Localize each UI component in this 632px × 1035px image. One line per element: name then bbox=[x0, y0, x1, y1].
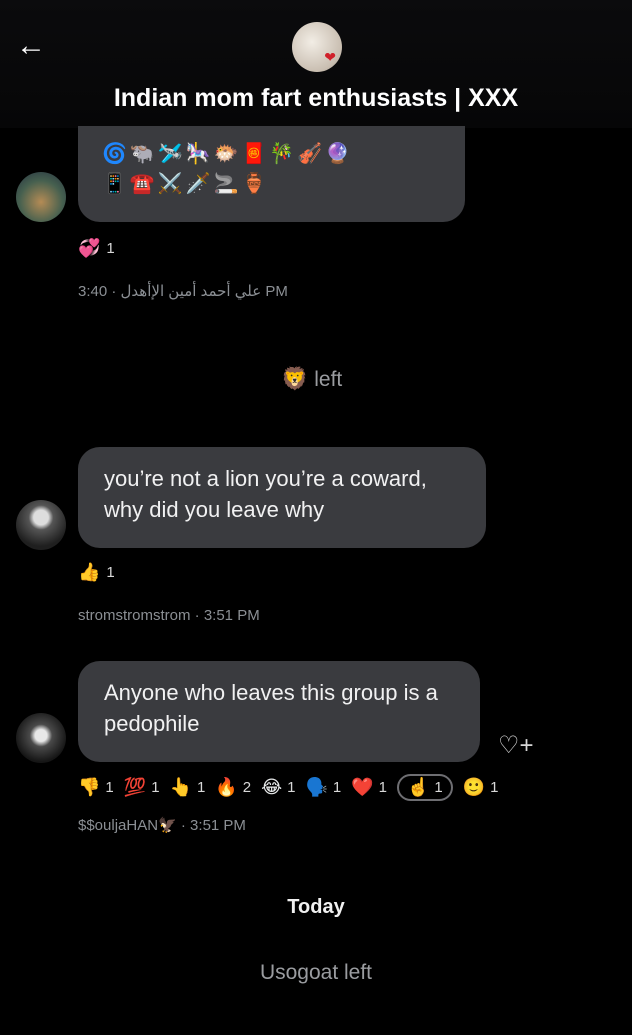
message-meta: علي أحمد أمين الإأهدل · 3:40 PM bbox=[78, 283, 288, 300]
reaction-count: 1 bbox=[196, 779, 206, 796]
reaction-chip[interactable]: 😂 1 bbox=[261, 777, 295, 798]
reaction-chip[interactable]: 🗣️ 1 bbox=[305, 777, 341, 798]
message-bubble[interactable]: you’re not a lion you’re a coward, why d… bbox=[78, 447, 486, 548]
emoji-line: 🌀🐃🛩️🎠🐡🧧🎋🎻🔮 bbox=[102, 141, 354, 165]
reaction-count: 1 bbox=[106, 564, 115, 581]
add-reaction-icon[interactable]: ♡+ bbox=[498, 731, 534, 760]
reaction-emoji: ❤️ bbox=[351, 777, 374, 798]
avatar[interactable] bbox=[16, 713, 66, 763]
system-message: 🦁 left bbox=[281, 366, 342, 392]
reaction-emoji: 💯 bbox=[123, 777, 147, 798]
avatar[interactable] bbox=[16, 500, 66, 550]
back-arrow-icon[interactable]: ← bbox=[16, 30, 52, 62]
reaction-count: 1 bbox=[490, 779, 499, 796]
reaction-emoji: 👆 bbox=[169, 777, 192, 798]
heart-icon: ❤ bbox=[324, 49, 336, 65]
message-meta: stromstromstrom · 3:51 PM bbox=[78, 607, 260, 624]
reaction-chip[interactable]: 🔥 2 bbox=[215, 777, 251, 798]
message-bubble-emoji[interactable]: 🌀🐃🛩️🎠🐡🧧🎋🎻🔮 📱☎️⚔️🗡️🚬🏺 bbox=[78, 126, 465, 222]
reaction-count: 1 bbox=[151, 779, 160, 796]
group-title[interactable]: Indian mom fart enthusiasts | XXX bbox=[0, 84, 632, 113]
reaction-chip[interactable]: ❤️ 1 bbox=[351, 777, 387, 798]
reactions-row: 👎 1 💯 1 👆 1 🔥 2 😂 1 🗣️ 1 ❤️ 1 ☝️ 1 🙂 1 bbox=[78, 774, 499, 801]
reaction-emoji: 💞 bbox=[78, 238, 101, 259]
reaction-count: 2 bbox=[242, 779, 252, 796]
reaction-chip[interactable]: 🙂 1 bbox=[463, 777, 499, 798]
message-meta: $$ouljaHAN🦅 · 3:51 PM bbox=[78, 817, 246, 834]
system-text: left bbox=[314, 368, 343, 391]
date-divider: Today bbox=[287, 896, 345, 918]
reaction-chip[interactable]: 💯 1 bbox=[124, 777, 160, 798]
reaction-chip[interactable]: 💞 1 bbox=[78, 238, 115, 259]
reaction-count: 1 bbox=[105, 779, 114, 796]
lion-icon: 🦁 bbox=[281, 366, 309, 391]
reaction-chip[interactable]: 👍 1 bbox=[78, 562, 115, 583]
group-avatar[interactable]: ❤ bbox=[292, 22, 342, 72]
reaction-emoji: 👎 bbox=[78, 777, 101, 798]
reaction-count: 1 bbox=[106, 240, 115, 257]
reaction-emoji: 🙂 bbox=[462, 777, 486, 798]
reaction-count: 1 bbox=[332, 779, 342, 796]
emoji-line: 📱☎️⚔️🗡️🚬🏺 bbox=[102, 171, 270, 195]
reaction-count: 1 bbox=[287, 779, 296, 796]
reaction-emoji: 🗣️ bbox=[305, 777, 328, 798]
reaction-chip[interactable]: 👆 1 bbox=[170, 777, 206, 798]
reaction-count: 1 bbox=[378, 779, 387, 796]
message-bubble[interactable]: Anyone who leaves this group is a pedoph… bbox=[78, 661, 480, 762]
reaction-emoji: 👍 bbox=[78, 562, 101, 583]
chat-header: ← ❤ Indian mom fart enthusiasts | XXX bbox=[0, 0, 632, 128]
reaction-emoji: 🔥 bbox=[215, 777, 238, 798]
reaction-chip[interactable]: 👎 1 bbox=[78, 777, 114, 798]
reaction-emoji: ☝️ bbox=[406, 777, 430, 798]
avatar[interactable] bbox=[16, 172, 66, 222]
reaction-chip-selected[interactable]: ☝️ 1 bbox=[396, 774, 453, 801]
reaction-count: 1 bbox=[434, 779, 443, 796]
system-message: Usogoat left bbox=[259, 961, 373, 984]
reaction-emoji: 😂 bbox=[261, 777, 283, 798]
